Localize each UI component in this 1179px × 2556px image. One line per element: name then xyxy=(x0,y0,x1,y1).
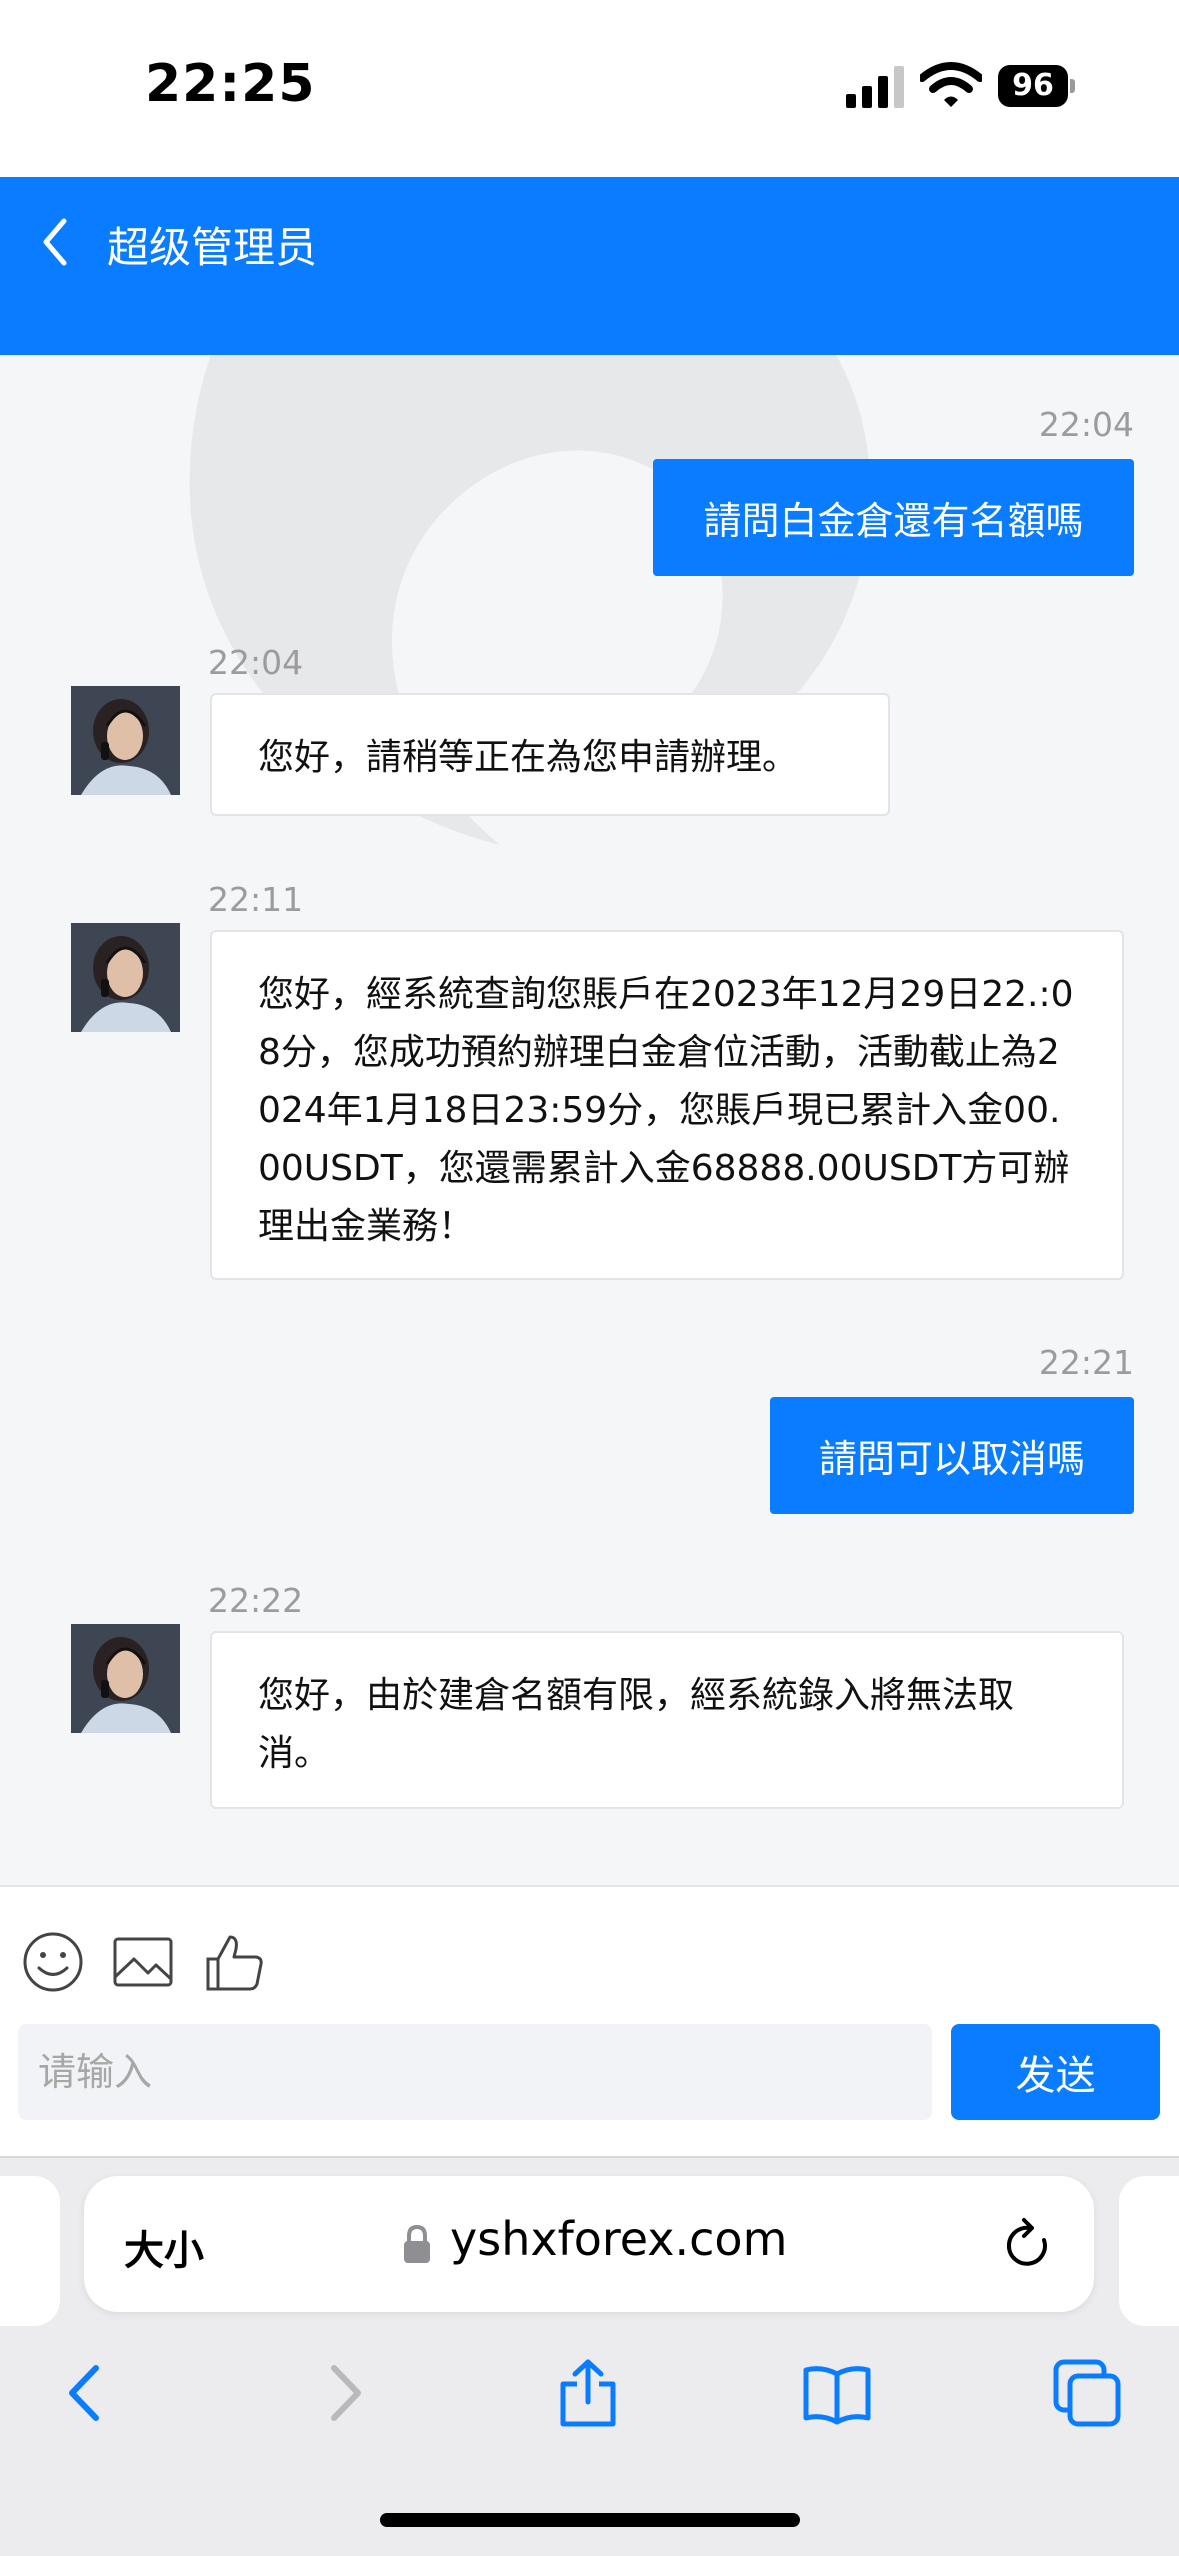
message-bubble-incoming[interactable]: 您好，經系統查詢您賬戶在2023年12月29日22.:08分，您成功預約辦理白金… xyxy=(210,930,1124,1280)
message-bubble-incoming[interactable]: 您好，請稍等正在為您申請辦理。 xyxy=(210,693,890,816)
avatar-image xyxy=(71,686,180,795)
thumbs-up-icon[interactable] xyxy=(204,1931,266,1993)
forward-icon[interactable] xyxy=(308,2358,378,2428)
message-bubble-outgoing[interactable]: 請問可以取消嗎 xyxy=(770,1397,1134,1514)
message-bubble-outgoing[interactable]: 請問白金倉還有名額嗎 xyxy=(653,459,1134,576)
message-timestamp: 22:04 xyxy=(1038,405,1134,444)
avatar-image xyxy=(71,1624,180,1733)
share-icon[interactable] xyxy=(553,2358,623,2428)
url-text[interactable]: yshxforex.com xyxy=(450,2212,787,2266)
battery-icon: 96 xyxy=(998,65,1075,107)
back-arrow-icon[interactable] xyxy=(30,207,84,277)
message-timestamp: 22:11 xyxy=(208,880,304,919)
browser-toolbar: 大小 yshxforex.com xyxy=(0,2156,1179,2556)
send-button[interactable]: 发送 xyxy=(951,2024,1160,2120)
battery-level: 96 xyxy=(998,65,1068,107)
message-bubble-incoming[interactable]: 您好，由於建倉名額有限，經系統錄入將無法取消。 xyxy=(210,1631,1124,1809)
avatar-image xyxy=(71,923,180,1032)
watermark-logo-icon xyxy=(189,355,871,845)
message-composer: 发送 xyxy=(0,1885,1179,2156)
status-time: 22:25 xyxy=(145,54,316,114)
agent-avatar[interactable] xyxy=(71,686,180,795)
message-timestamp: 22:21 xyxy=(1038,1343,1134,1382)
next-tab-preview[interactable] xyxy=(1119,2176,1179,2326)
status-bar: 22:25 96 xyxy=(0,0,1179,177)
chat-title: 超级管理员 xyxy=(107,223,318,272)
message-timestamp: 22:22 xyxy=(208,1581,304,1620)
previous-tab-preview[interactable] xyxy=(0,2176,60,2326)
app-header: 超级管理员 xyxy=(0,177,1179,355)
wifi-icon xyxy=(920,62,982,107)
emoji-icon[interactable] xyxy=(22,1931,84,1993)
message-input[interactable] xyxy=(18,2024,932,2120)
lock-icon xyxy=(404,2224,430,2263)
cellular-signal-icon xyxy=(846,66,904,108)
tabs-icon[interactable] xyxy=(1052,2358,1122,2428)
reload-icon[interactable] xyxy=(1002,2216,1056,2274)
message-timestamp: 22:04 xyxy=(208,643,304,682)
agent-avatar[interactable] xyxy=(71,923,180,1032)
home-indicator xyxy=(380,2513,800,2527)
bookmarks-icon[interactable] xyxy=(802,2358,872,2428)
image-icon[interactable] xyxy=(112,1931,174,1993)
text-size-button[interactable]: 大小 xyxy=(124,2218,204,2276)
back-icon[interactable] xyxy=(52,2358,122,2428)
agent-avatar[interactable] xyxy=(71,1624,180,1733)
address-bar[interactable]: 大小 yshxforex.com xyxy=(84,2176,1094,2312)
chat-messages[interactable]: 22:04 請問白金倉還有名額嗎 22:04 您好，請稍等正在為您申請辦理。 2… xyxy=(0,355,1179,1885)
